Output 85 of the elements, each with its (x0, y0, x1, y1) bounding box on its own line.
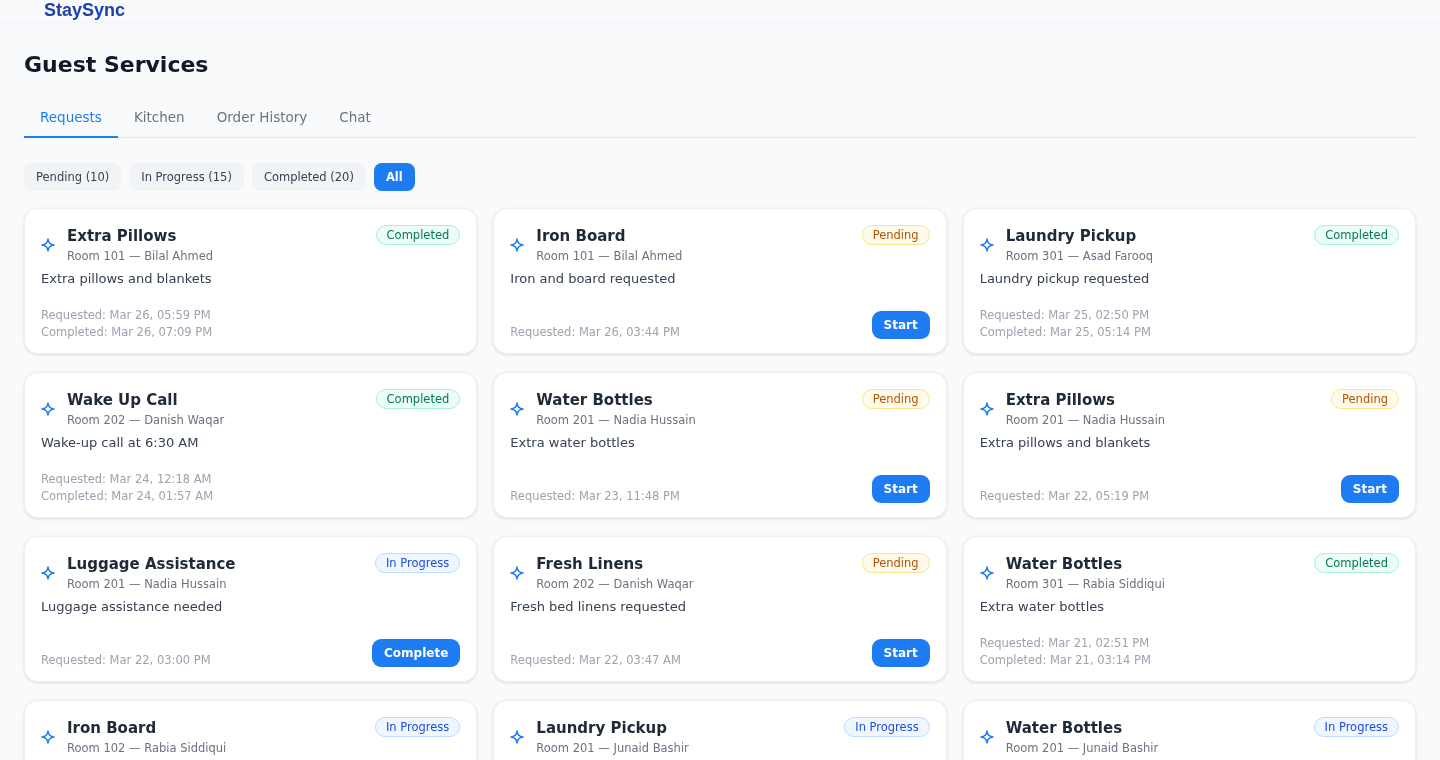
room-guest: Room 202 — Danish Waqar (67, 413, 226, 427)
sparkle-icon (979, 238, 994, 252)
room-guest: Room 201 — Junaid Bashir (536, 741, 690, 755)
logo-text: StaySync (44, 0, 127, 21)
status-badge: In Progress (1313, 717, 1399, 737)
action-button[interactable]: Complete (372, 639, 461, 667)
status-badge: Completed (1314, 553, 1399, 573)
request-title: Iron Board (67, 718, 158, 739)
tab[interactable]: Chat (323, 102, 387, 138)
timestamp: Requested: Mar 22, 03:00 PM (41, 653, 211, 667)
request-description: Extra pillows and blankets (41, 271, 213, 286)
request-title: Wake Up Call (67, 390, 179, 411)
request-title: Luggage Assistance (67, 554, 237, 575)
tab[interactable]: Requests (24, 102, 118, 138)
request-title: Water Bottles (1005, 718, 1124, 739)
room-guest: Room 202 — Danish Waqar (536, 577, 695, 591)
status-badge: In Progress (374, 553, 461, 573)
status-badge: Pending (1331, 389, 1399, 409)
sparkle-icon (510, 566, 525, 580)
request-title: Laundry Pickup (1005, 226, 1138, 247)
action-button[interactable]: Start (871, 639, 930, 667)
status-badge: Pending (861, 553, 930, 573)
sparkle-icon (510, 402, 525, 416)
filter-chip[interactable]: In Progress (15) (129, 163, 244, 191)
timestamp: Requested: Mar 22, 03:47 AM (510, 653, 681, 667)
room-guest: Room 102 — Rabia Siddiqui (67, 741, 228, 755)
timestamp: Requested: Mar 26, 05:59 PM (41, 308, 212, 322)
room-guest: Room 201 — Nadia Hussain (67, 577, 228, 591)
filter-chip[interactable]: Completed (20) (251, 163, 366, 191)
request-title: Extra Pillows (1005, 390, 1116, 411)
sparkle-icon (41, 566, 55, 580)
sparkle-icon (41, 238, 55, 252)
filter-chip[interactable]: All (373, 163, 415, 191)
request-description: Luggage assistance needed (41, 599, 224, 614)
request-title: Iron Board (536, 226, 627, 247)
timestamp: Requested: Mar 23, 11:48 PM (510, 489, 680, 503)
request-title: Water Bottles (536, 390, 654, 411)
status-badge: Completed (375, 389, 461, 409)
sparkle-icon (979, 566, 994, 580)
request-description: Extra pillows and blankets (979, 435, 1152, 450)
action-button[interactable]: Start (871, 311, 930, 339)
sparkle-icon (979, 402, 994, 416)
timestamp: Completed: Mar 26, 07:09 PM (41, 325, 213, 339)
request-title: Laundry Pickup (536, 718, 668, 739)
tab[interactable]: Kitchen (117, 102, 201, 138)
filter-chip[interactable]: Pending (10) (24, 163, 122, 191)
request-description: Wake-up call at 6:30 AM (41, 435, 200, 450)
request-description: Extra water bottles (979, 599, 1106, 614)
room-guest: Room 301 — Asad Farooq (1005, 249, 1155, 263)
request-description: Laundry pickup requested (979, 271, 1151, 286)
sparkle-icon (41, 402, 55, 416)
room-guest: Room 101 — Bilal Ahmed (67, 249, 215, 263)
request-description: Fresh bed linens requested (510, 599, 687, 614)
timestamp: Completed: Mar 21, 03:14 PM (979, 653, 1151, 667)
room-guest: Room 301 — Rabia Siddiqui (1005, 577, 1166, 591)
status-badge: Completed (375, 225, 461, 245)
status-badge: In Progress (844, 717, 930, 737)
room-guest: Room 201 — Nadia Hussain (1005, 413, 1167, 427)
status-badge: Pending (861, 225, 930, 245)
action-button[interactable]: Start (1340, 475, 1399, 503)
page-title: Guest Services (24, 52, 210, 77)
timestamp: Requested: Mar 21, 02:51 PM (979, 636, 1151, 650)
tab[interactable]: Order History (200, 102, 324, 138)
timestamp: Completed: Mar 24, 01:57 AM (41, 489, 214, 503)
sparkle-icon (510, 238, 525, 252)
status-badge: Completed (1314, 225, 1399, 245)
timestamp: Requested: Mar 22, 05:19 PM (979, 489, 1150, 503)
request-title: Fresh Linens (536, 554, 645, 575)
request-description: Extra water bottles (510, 435, 636, 450)
room-guest: Room 101 — Bilal Ahmed (536, 249, 684, 263)
status-badge: In Progress (374, 717, 461, 737)
status-badge: Pending (861, 389, 930, 409)
sparkle-icon (979, 730, 994, 744)
action-button[interactable]: Start (871, 475, 930, 503)
timestamp: Requested: Mar 25, 02:50 PM (979, 308, 1151, 322)
request-title: Water Bottles (1005, 554, 1124, 575)
request-title: Extra Pillows (67, 226, 178, 247)
timestamp: Requested: Mar 26, 03:44 PM (510, 325, 680, 339)
request-description: Iron and board requested (510, 271, 677, 286)
room-guest: Room 201 — Junaid Bashir (1005, 741, 1160, 755)
sparkle-icon (41, 730, 55, 744)
room-guest: Room 201 — Nadia Hussain (536, 413, 697, 427)
sparkle-icon (510, 730, 525, 744)
timestamp: Requested: Mar 24, 12:18 AM (41, 472, 213, 486)
timestamp: Completed: Mar 25, 05:14 PM (979, 325, 1151, 339)
